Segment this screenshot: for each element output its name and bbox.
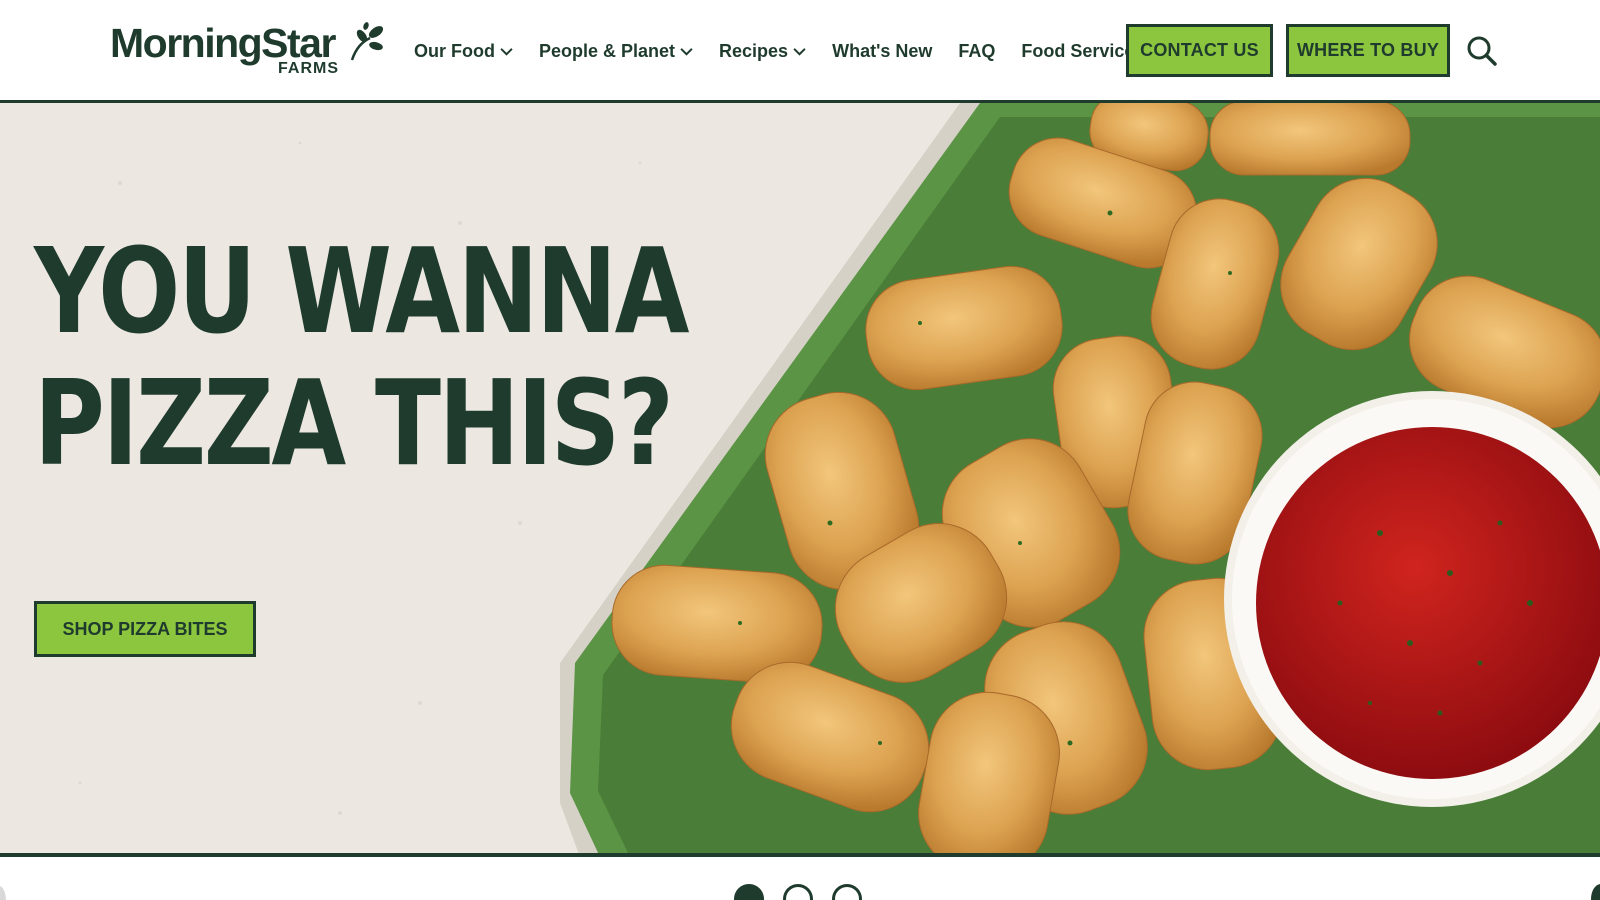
carousel-dots — [734, 884, 881, 900]
contact-us-button[interactable]: CONTACT US — [1126, 24, 1273, 77]
nav-label: FAQ — [958, 40, 996, 61]
nav-label: People & Planet — [538, 40, 676, 61]
carousel-dot-3[interactable] — [832, 884, 862, 900]
chevron-down-icon — [793, 47, 806, 56]
hero-banner: YOU WANNA PIZZA THIS? SHOP PIZZA BITES — [0, 103, 1600, 857]
nav-label: Food Service — [1021, 40, 1135, 61]
nav-faq[interactable]: FAQ — [958, 41, 995, 62]
hero-headline-line1: YOU WANNA — [34, 222, 690, 360]
leaf-icon — [350, 22, 384, 61]
carousel-prev-button[interactable] — [0, 886, 6, 900]
hero-headline: YOU WANNA PIZZA THIS? — [34, 225, 690, 489]
nav-label: Recipes — [719, 40, 789, 61]
nav-food-service[interactable]: Food Service — [1021, 41, 1134, 62]
nav-recipes[interactable]: Recipes — [719, 41, 806, 62]
search-icon[interactable] — [1466, 35, 1498, 67]
hero-headline-line2: PIZZA THIS? — [34, 354, 674, 492]
main-nav: Our Food People & Planet Recipes What's … — [414, 38, 1150, 64]
nav-label: What's New — [832, 40, 933, 61]
morningstar-logo[interactable]: MorningStar FARMS — [110, 20, 384, 82]
chevron-down-icon — [500, 47, 513, 56]
nav-whats-new[interactable]: What's New — [832, 41, 932, 62]
shop-pizza-bites-button[interactable]: SHOP PIZZA BITES — [34, 601, 256, 657]
carousel-dot-2[interactable] — [783, 884, 813, 900]
carousel-dot-1[interactable] — [734, 884, 764, 900]
logo-farms: FARMS — [278, 60, 339, 77]
carousel-next-button[interactable] — [1591, 884, 1600, 900]
nav-label: Our Food — [414, 40, 495, 61]
nav-our-food[interactable]: Our Food — [414, 41, 513, 62]
site-header: MorningStar FARMS Our Food People & Plan… — [0, 0, 1600, 103]
where-to-buy-button[interactable]: WHERE TO BUY — [1286, 24, 1450, 77]
nav-people-planet[interactable]: People & Planet — [539, 41, 693, 62]
chevron-down-icon — [680, 47, 693, 56]
